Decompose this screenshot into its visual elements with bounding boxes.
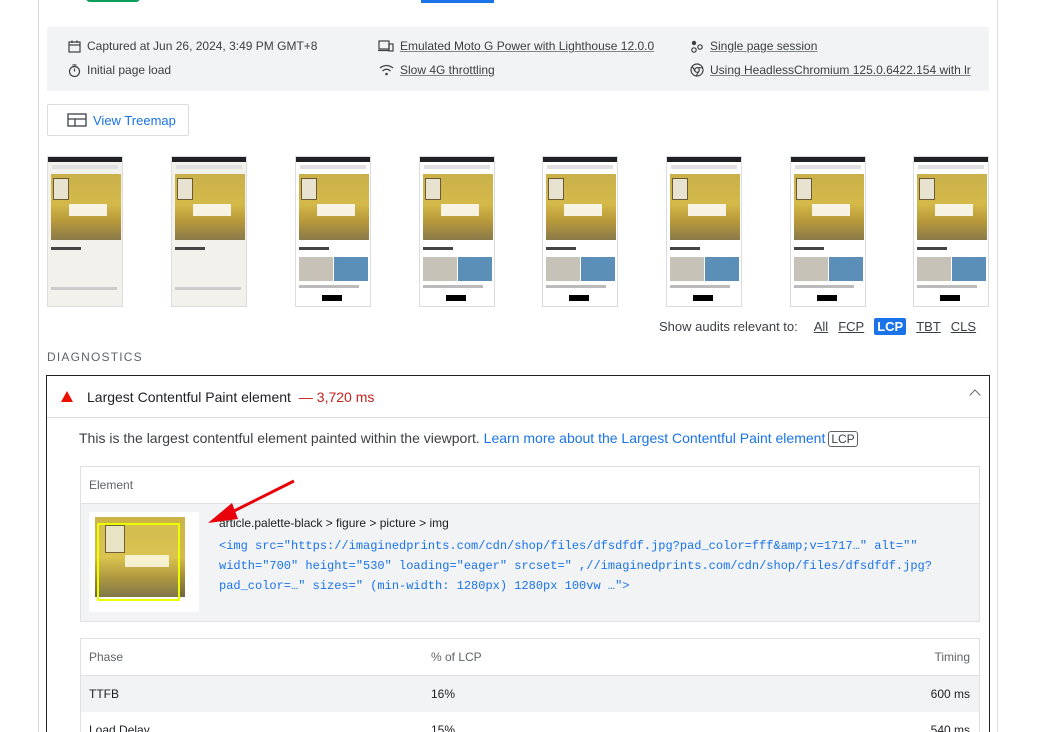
- browser-info[interactable]: Using HeadlessChromium 125.0.6422.154 wi…: [690, 63, 971, 77]
- active-tab-indicator: [421, 0, 494, 3]
- network-throttling-link[interactable]: Slow 4G throttling: [400, 63, 495, 77]
- filmstrip-frame: [913, 156, 989, 307]
- element-row[interactable]: article.palette-black > figure > picture…: [81, 504, 979, 621]
- score-gauge-edge: [86, 0, 140, 2]
- table-row: TTFB 16% 600 ms: [81, 676, 979, 712]
- filmstrip-frame: [171, 156, 247, 307]
- fail-triangle-icon: [61, 391, 73, 402]
- element-selector: article.palette-black > figure > picture…: [219, 516, 449, 530]
- timing-header: Timing: [934, 650, 970, 664]
- lcp-element-audit: Largest Contentful Paint element — 3,720…: [46, 375, 990, 732]
- network-throttling[interactable]: Slow 4G throttling: [378, 63, 495, 77]
- timer-icon: [67, 63, 81, 77]
- phase-table-header: Phase % of LCP Timing: [81, 639, 979, 676]
- learn-more-link[interactable]: Learn more about the Largest Contentful …: [484, 430, 826, 446]
- chrome-icon: [690, 63, 704, 77]
- phase-percent: 15%: [431, 723, 456, 732]
- audit-description-text: This is the largest contentful element p…: [79, 430, 480, 446]
- diagnostics-heading: DIAGNOSTICS: [47, 350, 143, 364]
- lcp-highlight-box: [97, 523, 180, 601]
- filter-cls[interactable]: CLS: [951, 319, 976, 334]
- captured-at-text: Captured at Jun 26, 2024, 3:49 PM GMT+8: [87, 39, 318, 53]
- view-treemap-label: View Treemap: [93, 112, 176, 128]
- phase-percent: 16%: [431, 687, 456, 701]
- run-summary: Captured at Jun 26, 2024, 3:49 PM GMT+8 …: [47, 27, 989, 91]
- phase-timing: 540 ms: [930, 723, 970, 732]
- filmstrip-frame: [419, 156, 495, 307]
- snippet-line: width="700" height="530" loading="eager"…: [219, 559, 932, 573]
- device-emulation[interactable]: Emulated Moto G Power with Lighthouse 12…: [378, 39, 654, 53]
- filter-all[interactable]: All: [814, 319, 828, 334]
- filmstrip-frame: [47, 156, 123, 307]
- treemap-icon: [67, 113, 87, 127]
- captured-at: Captured at Jun 26, 2024, 3:49 PM GMT+8: [67, 39, 317, 53]
- page-right-border: [997, 0, 998, 732]
- element-table: Element article.palette-black > figure >…: [80, 466, 980, 622]
- session-type-link[interactable]: Single page session: [710, 39, 817, 53]
- phase-name: Load Delay: [89, 723, 150, 732]
- filmstrip-frame: [542, 156, 618, 307]
- people-icon: [690, 39, 704, 53]
- filter-lcp[interactable]: LCP: [874, 318, 907, 335]
- calendar-icon: [67, 39, 81, 53]
- chevron-up-icon[interactable]: [969, 389, 981, 401]
- wifi-icon: [378, 63, 394, 77]
- table-row: Load Delay 15% 540 ms: [81, 712, 979, 732]
- filmstrip-frame: [790, 156, 866, 307]
- audit-filter-label: Show audits relevant to:: [659, 319, 798, 334]
- load-type: Initial page load: [67, 63, 171, 77]
- filmstrip-frame: [666, 156, 742, 307]
- device-icon: [378, 39, 394, 53]
- page-left-border: [38, 0, 39, 732]
- phase-header: Phase: [89, 650, 124, 664]
- lcp-tag: LCP: [828, 431, 858, 447]
- audit-title: Largest Contentful Paint element: [87, 388, 291, 405]
- session-type[interactable]: Single page session: [690, 39, 817, 53]
- element-column-header: Element: [81, 467, 979, 504]
- device-emulation-link[interactable]: Emulated Moto G Power with Lighthouse 12…: [400, 39, 654, 53]
- snippet-line: pad_color=…" sizes=" (min-width: 1280px)…: [219, 579, 630, 593]
- load-type-text: Initial page load: [87, 63, 172, 77]
- filter-tbt[interactable]: TBT: [916, 319, 941, 334]
- phase-name: TTFB: [89, 687, 119, 701]
- phase-table: Phase % of LCP Timing TTFB 16% 600 ms Lo…: [80, 638, 980, 732]
- filter-fcp[interactable]: FCP: [838, 319, 864, 334]
- filmstrip-frame: [295, 156, 371, 307]
- browser-info-link[interactable]: Using HeadlessChromium 125.0.6422.154 wi…: [710, 63, 971, 77]
- audit-value: — 3,720 ms: [298, 388, 375, 405]
- audit-header[interactable]: Largest Contentful Paint element — 3,720…: [47, 376, 989, 418]
- audit-description: This is the largest contentful element p…: [79, 430, 858, 447]
- filmstrip: [47, 156, 989, 308]
- lcp-element-screenshot[interactable]: [89, 512, 199, 612]
- element-snippet[interactable]: <img src="https://imaginedprints.com/cdn…: [219, 536, 932, 596]
- percent-header: % of LCP: [431, 650, 482, 664]
- view-treemap-button[interactable]: View Treemap: [47, 104, 189, 136]
- audit-filter: Show audits relevant to: All FCP LCP TBT…: [659, 318, 986, 335]
- snippet-line: <img src="https://imaginedprints.com/cdn…: [219, 539, 918, 553]
- phase-timing: 600 ms: [930, 687, 970, 701]
